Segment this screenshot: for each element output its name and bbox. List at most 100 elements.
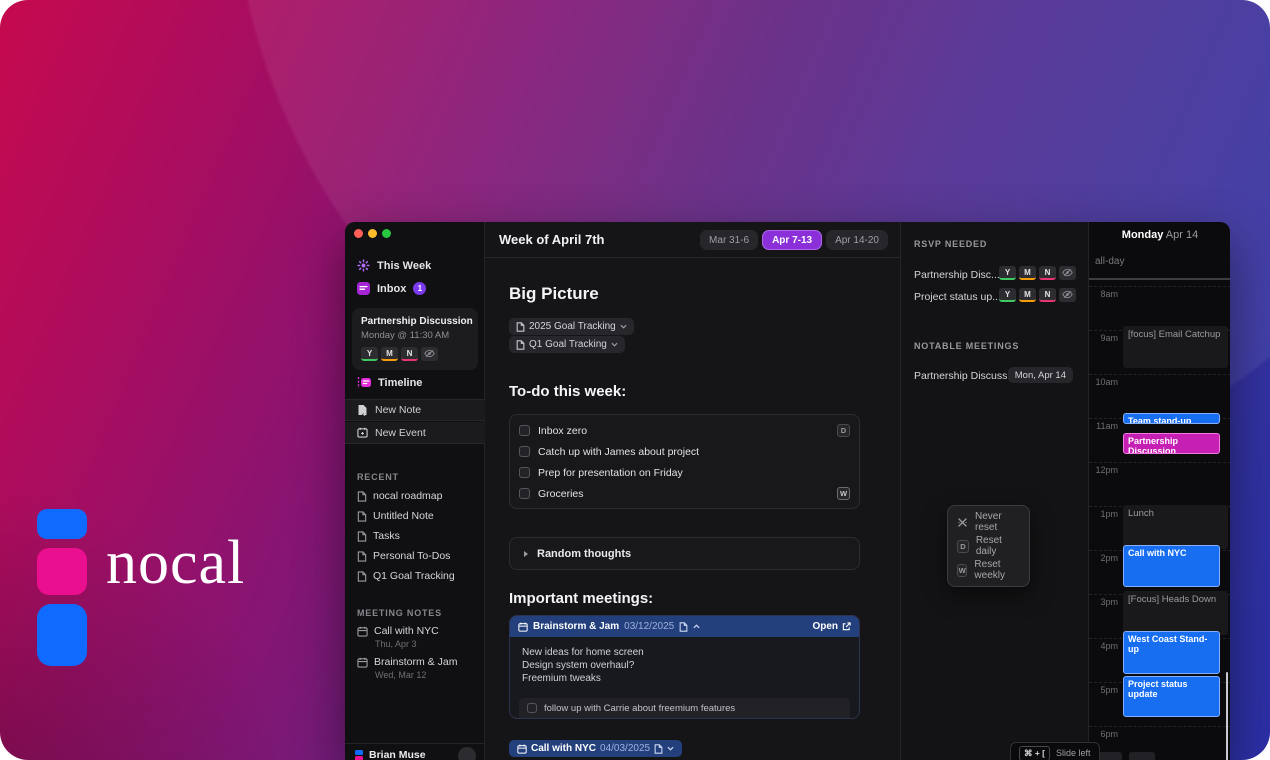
rsvp-maybe-button[interactable]: M [1019, 266, 1036, 280]
checkbox[interactable] [527, 703, 537, 713]
hour-gridline [1089, 726, 1230, 727]
checkbox[interactable] [519, 425, 530, 436]
calendar-date: Apr 14 [1166, 229, 1198, 241]
sidebar-meeting-note[interactable]: Brainstorm & Jam [357, 656, 457, 668]
sidebar-recent-item[interactable]: Untitled Note [357, 510, 434, 522]
calendar-event[interactable]: Partnership Discussion [1123, 433, 1220, 454]
sidebar-item-inbox[interactable]: Inbox 1 [357, 282, 426, 295]
reset-weekly-icon: W [957, 564, 967, 577]
reset-daily-badge[interactable]: D [837, 424, 850, 437]
menu-item-never-reset[interactable]: Never reset [948, 510, 1029, 534]
new-event-button[interactable]: New Event [345, 422, 485, 444]
notable-meeting-date-badge[interactable]: Mon, Apr 14 [1008, 367, 1073, 383]
menu-item-label: Reset daily [976, 535, 1020, 557]
tab-week-next[interactable]: Apr 14-20 [826, 230, 888, 250]
sidebar-item-this-week[interactable]: This Week [357, 259, 431, 272]
hide-event-button[interactable] [1059, 266, 1076, 280]
hide-event-button[interactable] [1059, 288, 1076, 302]
checkbox[interactable] [519, 446, 530, 457]
event-title: Team stand-up [1128, 416, 1191, 424]
sidebar-item-label: This Week [377, 260, 431, 272]
sidebar-divider [345, 743, 485, 744]
calendar-nav-button[interactable] [1096, 752, 1122, 760]
calendar-event-focus[interactable]: [focus] Email Catchup [1123, 326, 1228, 368]
hour-label: 8am [1089, 289, 1118, 299]
meeting-todo-item[interactable]: follow up with Carrie about freemium fea… [519, 698, 850, 718]
meeting-notes-body[interactable]: New ideas for home screen Design system … [510, 637, 859, 685]
new-note-button[interactable]: New Note [345, 399, 485, 421]
chevron-down-icon [667, 746, 674, 751]
recent-item-label: nocal roadmap [373, 490, 442, 502]
main-content: Week of April 7th Mar 31-6 Apr 7-13 Apr … [485, 222, 900, 760]
rsvp-row-label: Partnership Disc... [914, 269, 1000, 281]
zoom-window-button[interactable] [382, 229, 391, 238]
new-note-label: New Note [375, 404, 421, 416]
inbox-preview-card[interactable]: Partnership Discussion Monday @ 11:30 AM… [352, 308, 478, 370]
meeting-note-label: Brainstorm & Jam [374, 656, 457, 668]
eye-slash-icon [1062, 290, 1073, 299]
chevron-up-icon[interactable] [693, 624, 700, 629]
sidebar-recent-item[interactable]: Q1 Goal Tracking [357, 570, 455, 582]
file-icon [357, 571, 367, 582]
hide-event-button[interactable] [421, 347, 438, 361]
rsvp-no-button[interactable]: N [1039, 288, 1056, 302]
file-icon [357, 531, 367, 542]
todo-item[interactable]: Prep for presentation on Friday [519, 462, 850, 483]
todo-item[interactable]: Catch up with James about project [519, 441, 850, 462]
open-meeting-button[interactable]: Open [812, 621, 851, 632]
file-icon [679, 622, 688, 632]
meeting-date: 04/03/2025 [600, 743, 650, 754]
hour-label: 3pm [1089, 597, 1118, 607]
event-title: Project status update [1128, 679, 1188, 699]
avatar[interactable] [458, 747, 476, 760]
meeting-card-header[interactable]: Brainstorm & Jam 03/12/2025 Open [510, 616, 859, 637]
close-window-button[interactable] [354, 229, 363, 238]
rsvp-panel: RSVP NEEDED Partnership Disc... Y M N Pr… [900, 222, 1088, 760]
goal-tracking-chip[interactable]: Q1 Goal Tracking [509, 336, 625, 353]
eye-slash-icon [424, 349, 435, 358]
chevron-down-icon [611, 342, 618, 347]
meeting-todo-label: follow up with Carrie about freemium fea… [544, 703, 735, 714]
sidebar-item-timeline[interactable]: Timeline [357, 376, 422, 389]
goal-tracking-chip[interactable]: 2025 Goal Tracking [509, 318, 634, 335]
menu-item-reset-daily[interactable]: D Reset daily [948, 534, 1029, 558]
tab-week-current[interactable]: Apr 7-13 [762, 230, 822, 250]
notable-meetings-heading: NOTABLE MEETINGS [914, 341, 1019, 351]
minimize-window-button[interactable] [368, 229, 377, 238]
rsvp-yes-button[interactable]: Y [999, 288, 1016, 302]
calendar-event-focus[interactable]: [Focus] Heads Down [1123, 591, 1228, 635]
meeting-card-collapsed[interactable]: Call with NYC 04/03/2025 [509, 740, 682, 757]
sidebar-recent-item[interactable]: Personal To-Dos [357, 550, 450, 562]
calendar-scrollbar[interactable] [1226, 672, 1228, 760]
checkbox[interactable] [519, 488, 530, 499]
todo-item[interactable]: Inbox zero D [519, 420, 850, 441]
notable-meeting-label[interactable]: Partnership Discussion [914, 370, 1021, 382]
user-menu[interactable]: Brian Muse [355, 749, 426, 760]
checkbox[interactable] [519, 467, 530, 478]
calendar-event[interactable]: Project status update [1123, 676, 1220, 717]
sidebar-meeting-note[interactable]: Call with NYC [357, 625, 439, 637]
calendar-event-focus[interactable]: Lunch [1123, 505, 1228, 549]
shortcut-tooltip: ⌘ + [ Slide left [1010, 742, 1100, 760]
calendar-event[interactable]: West Coast Stand-up [1123, 631, 1220, 674]
rsvp-maybe-button[interactable]: M [1019, 288, 1036, 302]
reset-weekly-badge[interactable]: W [837, 487, 850, 500]
calendar-event[interactable]: Team stand-up [1123, 413, 1220, 424]
sidebar-recent-item[interactable]: nocal roadmap [357, 490, 442, 502]
tab-week-prev[interactable]: Mar 31-6 [700, 230, 758, 250]
random-thoughts-section[interactable]: Random thoughts [509, 537, 860, 570]
rsvp-heading: RSVP NEEDED [914, 239, 987, 249]
sidebar-recent-item[interactable]: Tasks [357, 530, 400, 542]
rsvp-no-button[interactable]: N [401, 347, 418, 361]
rsvp-yes-button[interactable]: Y [361, 347, 378, 361]
rsvp-maybe-button[interactable]: M [381, 347, 398, 361]
rsvp-no-button[interactable]: N [1039, 266, 1056, 280]
open-label: Open [812, 621, 838, 632]
calendar-event[interactable]: Call with NYC [1123, 545, 1220, 587]
todo-item[interactable]: Groceries W [519, 483, 850, 504]
rsvp-yes-button[interactable]: Y [999, 266, 1016, 280]
eye-slash-icon [1062, 268, 1073, 277]
hour-label: 1pm [1089, 509, 1118, 519]
calendar-nav-button[interactable] [1129, 752, 1155, 760]
menu-item-reset-weekly[interactable]: W Reset weekly [948, 558, 1029, 582]
